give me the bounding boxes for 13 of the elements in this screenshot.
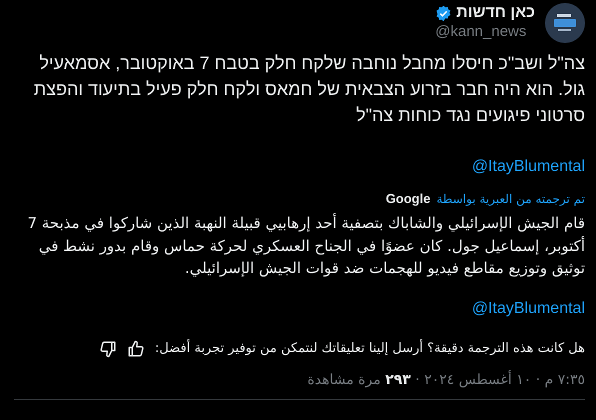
post-text: צה"ל ושב"כ חיסלו מחבל נוחבה שלקח חלק בטבח 7 באוקטובר, אסמאעיל גול. הוא היה חבר בזרוע הצבאית של חמאס ולקח חלק פעיל בתיעוד והפצת סרטוני פיגועים נגד כוחות צה"ל: [32, 52, 585, 127]
translated-text: قام الجيش الإسرائيلي والشاباك بتصفية أحد إرهابيي قبيلة النهبة الذين شاركوا في مذبحة 7 أكتوبر، إسماعيل جول. كان عضوًا في الجناح العسكري لحركة حماس وقام بدور نشط في توثيق وتوزيع مقاطع فيديو للهجمات ضد قوات الجيش الإسرائيلي.: [26, 212, 585, 279]
thumbs-up-icon[interactable]: [126, 340, 145, 358]
avatar[interactable]: [545, 3, 585, 43]
post-meta: ٧:٣٥ م · ١٠ أغسطس ٢٠٢٤ · ٢٩٣ مرة مشاهدة: [306, 372, 585, 388]
feedback-question: هل كانت هذه الترجمة دقيقة؟ أرسل إلينا تعليقاتك لنتمكن من توفير تجربة أفضل:: [154, 341, 585, 356]
provider-name: Google: [386, 191, 430, 206]
mention-link[interactable]: @ItayBlumental: [472, 158, 585, 176]
translation-label[interactable]: تم ترجمته من العبرية بواسطة: [436, 192, 585, 206]
author-name[interactable]: כאן חדשות: [456, 4, 535, 22]
thumbs-down-icon[interactable]: [98, 340, 117, 358]
mention-link[interactable]: @ItayBlumental: [472, 300, 585, 318]
author-handle[interactable]: @kann_news: [435, 23, 535, 40]
